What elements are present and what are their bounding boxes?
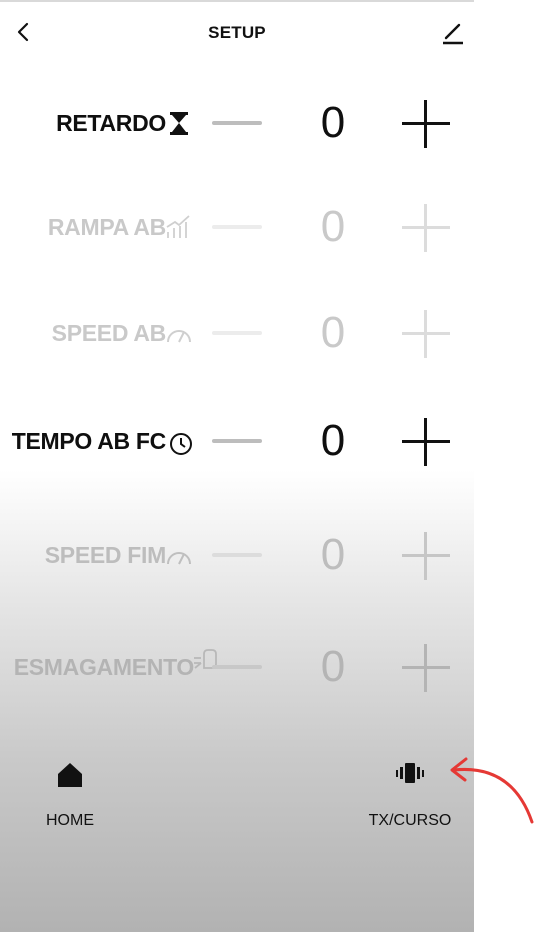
clock-icon [164,426,194,456]
ramp-chart-icon [164,212,194,242]
param-label: TEMPO AB FC [11,428,167,454]
decrement-button[interactable] [210,118,264,128]
nav-home[interactable]: HOME [0,760,140,840]
pencil-icon [443,23,463,45]
phone-screen: SETUP RETARDO 0 RAMPA AB 0 SPEED AB 0 TE… [0,0,474,932]
param-value: 0 [320,642,346,691]
decrement-button[interactable] [210,436,264,446]
param-row-speed-fim: SPEED FIM 0 [0,520,474,590]
param-label: RETARDO [56,110,166,136]
param-row-rampa-ab: RAMPA AB 0 [0,192,474,262]
decrement-button[interactable] [210,550,264,560]
param-label: ESMAGAMENTO [13,654,195,680]
param-value: 0 [320,530,346,579]
increment-button[interactable] [400,642,452,694]
param-value: 0 [320,416,346,465]
increment-button[interactable] [400,308,452,360]
param-value: 0 [320,202,346,251]
speedometer-icon [164,318,194,348]
increment-button[interactable] [400,98,452,150]
decrement-button[interactable] [210,222,264,232]
curved-arrow-icon [450,757,534,824]
param-row-tempo-ab-fc: TEMPO AB FC 0 [0,406,474,476]
speedometer-icon [164,540,194,570]
param-value: 0 [320,308,346,357]
increment-button[interactable] [400,202,452,254]
param-label: RAMPA AB [47,214,166,240]
increment-button[interactable] [400,530,452,582]
decrement-button[interactable] [210,328,264,338]
home-icon [55,760,85,790]
increment-button[interactable] [400,416,452,468]
page-title: SETUP [208,23,266,42]
param-row-retardo: RETARDO 0 [0,88,474,158]
param-label: SPEED AB [51,320,167,346]
hourglass-icon [164,108,194,138]
param-label: SPEED FIM [44,542,167,568]
status-bar-divider [0,0,474,2]
decrement-button[interactable] [210,662,264,672]
param-row-esmagamento: ESMAGAMENTO 0 [0,632,474,702]
param-row-speed-ab: SPEED AB 0 [0,298,474,368]
param-value: 0 [320,98,346,147]
nav-home-label: HOME [46,812,94,829]
edit-button[interactable] [440,20,466,46]
vibration-icon [395,760,425,790]
